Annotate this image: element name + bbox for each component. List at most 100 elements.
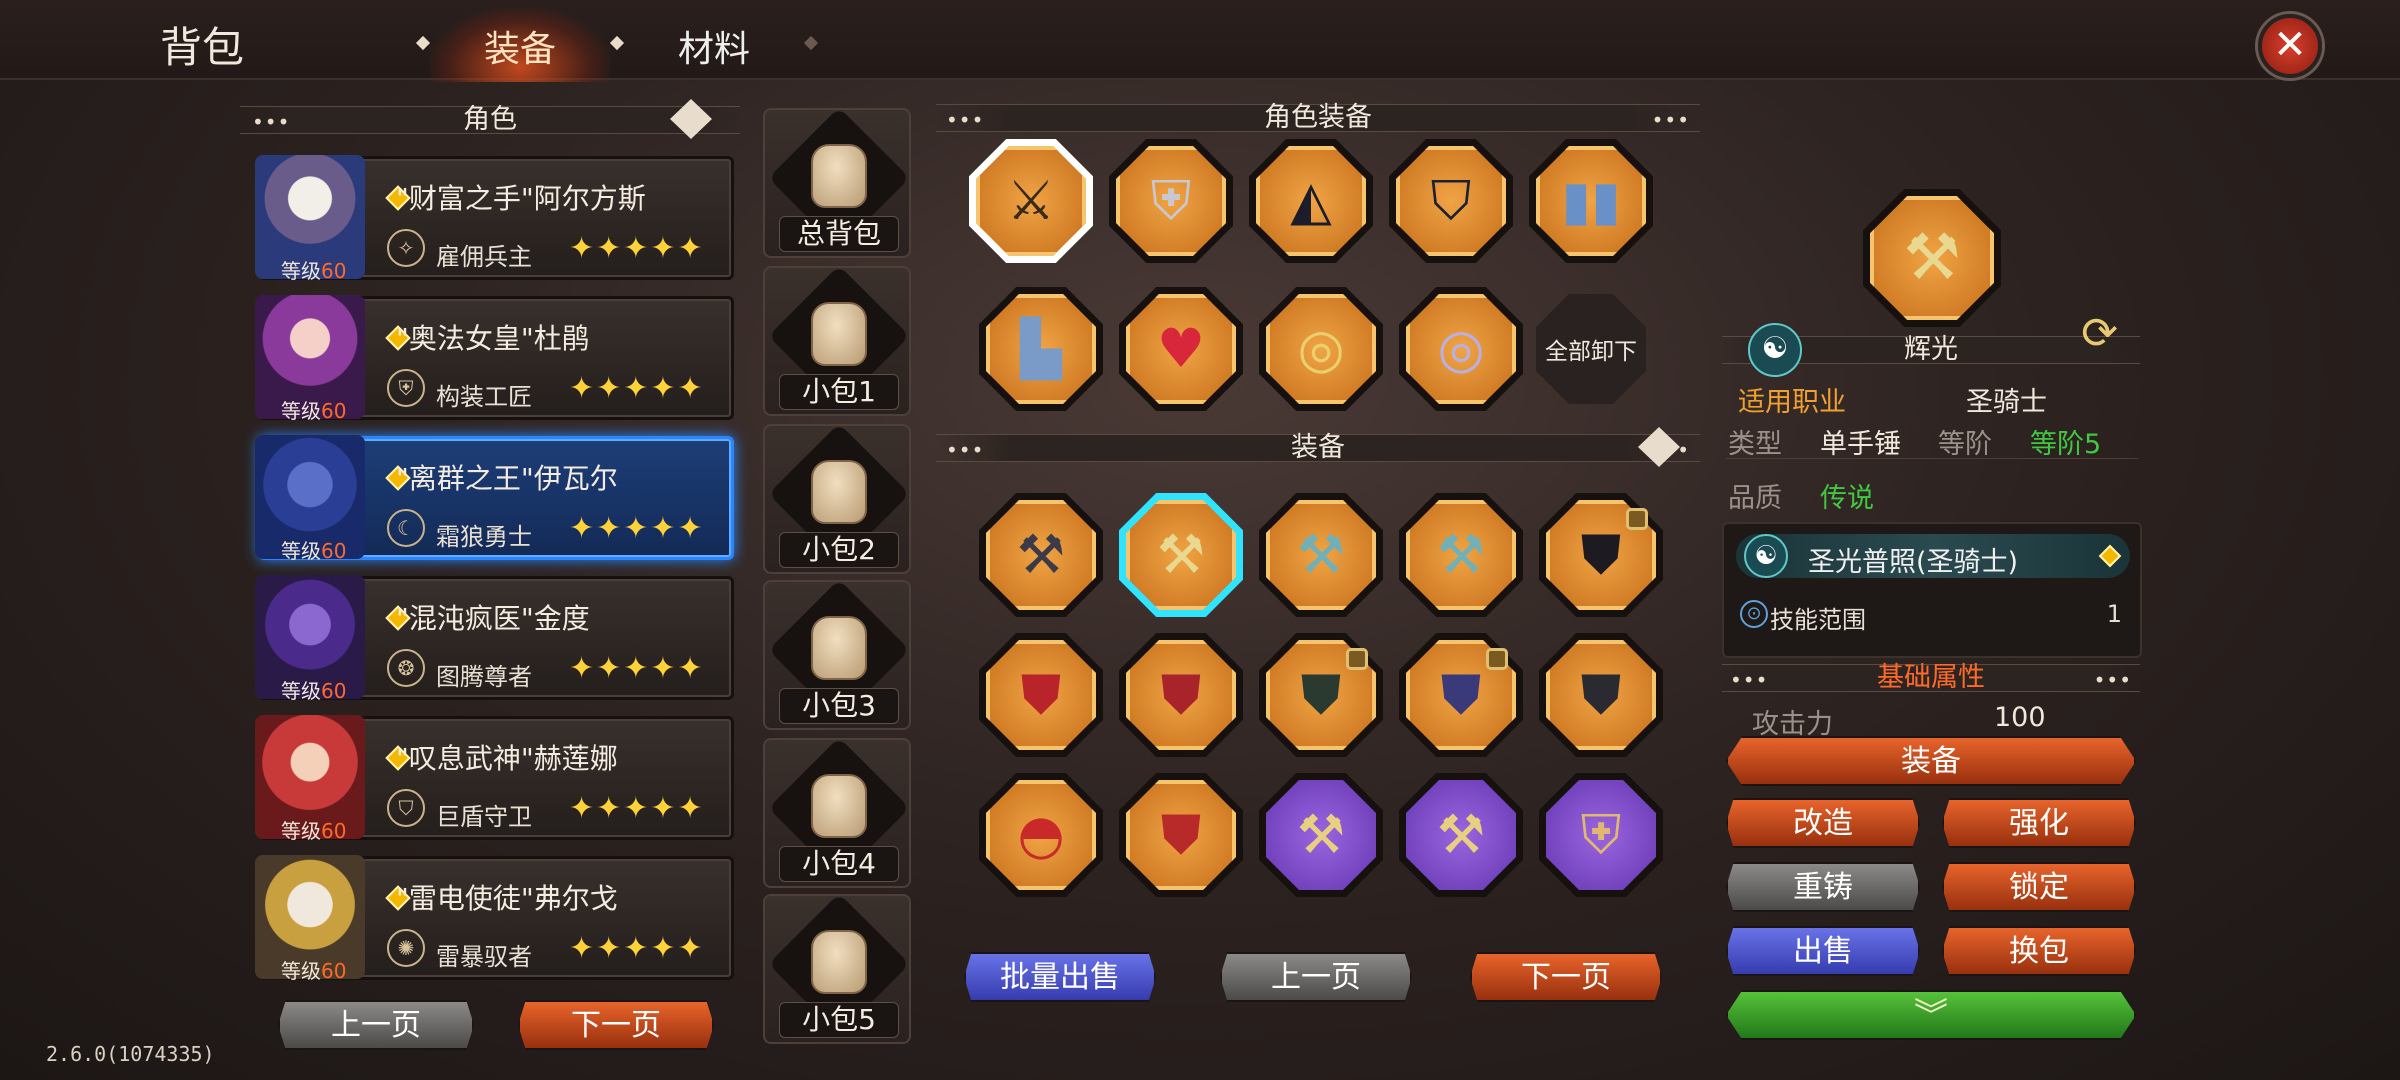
skill-attr-label: 技能范围: [1770, 606, 1866, 634]
lock-button[interactable]: 锁定: [1942, 862, 2136, 912]
characters-header: ••• 角色: [240, 99, 740, 139]
character-card[interactable]: "财富之手"阿尔方斯 ✧ 雇佣兵主 ✦✦✦✦✦ 等级60: [255, 155, 734, 283]
base-attr-header: ••• 基础属性 •••: [1722, 664, 2140, 692]
bag-tab-4[interactable]: 小包4: [763, 737, 911, 888]
tab-materials[interactable]: 材料: [678, 20, 750, 72]
backpack-icon: [811, 302, 867, 366]
characters-next-button[interactable]: 下一页: [518, 1000, 714, 1050]
base-attr-title: 基础属性: [1877, 662, 1985, 693]
bag-tab-2[interactable]: 小包2: [763, 423, 911, 574]
lock-icon: [1626, 508, 1648, 530]
version-label: 2.6.0(1074335): [46, 1042, 215, 1066]
star-rating: ✦✦✦✦✦: [569, 511, 705, 546]
enhance-button[interactable]: 强化: [1942, 798, 2136, 848]
bag-label: 小包5: [779, 1002, 899, 1038]
quality-label: 品质: [1728, 483, 1782, 514]
sort-icon[interactable]: [670, 99, 712, 139]
cloak-icon: ⛉: [1430, 169, 1472, 232]
bag-tab-all[interactable]: 总背包: [763, 107, 911, 258]
class-icon: ✧: [387, 229, 425, 267]
bag-tab-1[interactable]: 小包1: [763, 265, 911, 416]
job-value: 圣骑士: [1966, 387, 2047, 418]
recast-button[interactable]: 重铸: [1726, 862, 1920, 912]
lock-icon: [1346, 648, 1368, 670]
character-card[interactable]: "雷电使徒"弗尔戈 ✺ 雷暴驭者 ✦✦✦✦✦ 等级60: [255, 855, 734, 983]
character-card[interactable]: "叹息武神"赫莲娜 ⛉ 巨盾守卫 ✦✦✦✦✦ 等级60: [255, 715, 734, 843]
expand-button[interactable]: ︾: [1726, 990, 2136, 1040]
quality-value: 传说: [1820, 483, 1874, 514]
chest-armor-icon: ⛊: [1020, 663, 1062, 726]
backpack-icon: [811, 774, 867, 838]
swap-bag-button[interactable]: 换包: [1942, 926, 2136, 976]
flail-icon: ⚔: [1006, 169, 1056, 232]
unequip-all-label: 全部卸下: [1545, 339, 1637, 365]
equipment-header-bar: ••• 装备 •••: [936, 427, 1700, 467]
star-rating: ✦✦✦✦✦: [569, 651, 705, 686]
axe-icon: ⚒: [1296, 523, 1346, 586]
lock-icon: [1486, 648, 1508, 670]
character-card[interactable]: "奥法女皇"杜鹃 ⛨ 构装工匠 ✦✦✦✦✦ 等级60: [255, 295, 734, 423]
bag-tab-3[interactable]: 小包3: [763, 579, 911, 730]
modify-button[interactable]: 改造: [1726, 798, 1920, 848]
characters-title: 角色: [463, 104, 517, 135]
job-label: 适用职业: [1738, 387, 1846, 418]
hammer-icon: ⚒: [1436, 803, 1486, 866]
class-icon: ⛉: [387, 789, 425, 827]
character-name: "叹息武神"赫莲娜: [396, 742, 618, 775]
skill-panel: ☯ 圣光普照(圣骑士) ⊙ 技能范围 1: [1722, 522, 2142, 658]
star-rating: ✦✦✦✦✦: [569, 231, 705, 266]
backpack-icon: [811, 930, 867, 994]
atk-value: 100: [1994, 702, 2046, 733]
bag-tab-5[interactable]: 小包5: [763, 893, 911, 1044]
ring-icon: ◎: [1297, 317, 1345, 380]
equipment-next-button[interactable]: 下一页: [1470, 952, 1662, 1002]
character-card[interactable]: "混沌疯医"金度 ❂ 图腾尊者 ✦✦✦✦✦ 等级60: [255, 575, 734, 703]
backpack-icon: [811, 460, 867, 524]
class-icon: ☾: [387, 509, 425, 547]
tab-equipment[interactable]: 装备: [484, 20, 556, 72]
bag-label: 小包3: [779, 688, 899, 724]
tier-label: 等阶: [1938, 429, 1992, 460]
character-class: 巨盾守卫: [436, 803, 532, 831]
backpack-icon: [811, 144, 867, 208]
bag-label: 小包4: [779, 846, 899, 882]
atk-label: 攻击力: [1752, 709, 1833, 740]
star-rating: ✦✦✦✦✦: [569, 371, 705, 406]
axe-icon: ⚒: [1436, 523, 1486, 586]
character-level: 等级60: [281, 959, 347, 983]
tier-value: 等阶5: [2030, 429, 2102, 460]
chest-armor-icon: ⛊: [1160, 663, 1202, 726]
sell-button[interactable]: 出售: [1726, 926, 1920, 976]
swap-icon[interactable]: ⟳: [2081, 312, 2118, 356]
close-icon[interactable]: ✕: [2258, 14, 2322, 78]
character-level: 等级60: [281, 539, 347, 563]
character-card-selected[interactable]: "离群之王"伊瓦尔 ☾ 霜狼勇士 ✦✦✦✦✦ 等级60: [255, 435, 734, 563]
class-icon: ⛨: [387, 369, 425, 407]
chevron-down-icon: ︾: [1914, 996, 1948, 1036]
character-class: 雷暴驭者: [436, 943, 532, 971]
skill-title: 圣光普照(圣骑士): [1808, 547, 2019, 578]
hammer-icon: ⚒: [1296, 803, 1346, 866]
characters-prev-button[interactable]: 上一页: [278, 1000, 474, 1050]
bag-label: 总背包: [779, 216, 899, 252]
type-label: 类型: [1728, 429, 1782, 460]
class-icon: ✺: [387, 929, 425, 967]
divider: [1726, 458, 2138, 459]
yin-yang-icon: ☯: [1748, 323, 1802, 377]
equipment-prev-button[interactable]: 上一页: [1220, 952, 1412, 1002]
bracers-icon: ▮▮: [1561, 169, 1621, 232]
yin-yang-icon: ☯: [1744, 534, 1788, 578]
skill-attr-value: 1: [2106, 600, 2122, 628]
character-name: "混沌疯医"金度: [396, 602, 590, 635]
role-equipment-header: ••• 角色装备 •••: [936, 104, 1700, 132]
heart-amulet-icon: ♥: [1156, 317, 1206, 380]
equip-button[interactable]: 装备: [1726, 736, 2136, 786]
top-bar: [0, 0, 2400, 80]
character-name: "财富之手"阿尔方斯: [396, 182, 646, 215]
hammer-icon: ⚒: [1156, 523, 1206, 586]
chest-armor-icon: ⛊: [1160, 803, 1202, 866]
character-level: 等级60: [281, 819, 347, 843]
character-name: "奥法女皇"杜鹃: [396, 322, 590, 355]
batch-sell-button[interactable]: 批量出售: [964, 952, 1156, 1002]
backpack-icon: [811, 616, 867, 680]
